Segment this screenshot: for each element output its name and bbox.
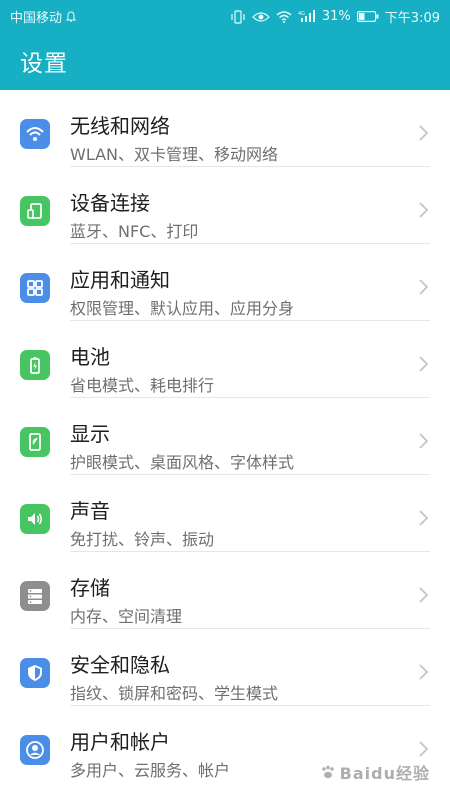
settings-item-title: 电池 (70, 345, 110, 369)
settings-item-apps-notifications[interactable]: 应用和通知 权限管理、默认应用、应用分身 (0, 244, 450, 321)
chevron-right-icon (419, 433, 429, 449)
chevron-right-icon (419, 356, 429, 372)
settings-item-subtitle: 多用户、云服务、帐户 (70, 761, 231, 780)
status-left: 中国移动 (10, 7, 77, 26)
app-header: 中国移动 4G 31% 下午3:09 设置 (0, 0, 450, 90)
notification-bell-icon (66, 10, 77, 23)
paw-logo-icon (321, 765, 334, 779)
watermark: Baidu经验 (320, 760, 430, 784)
wifi-icon (20, 119, 50, 149)
settings-item-subtitle: 省电模式、耗电排行 (70, 376, 215, 395)
chevron-right-icon (419, 741, 429, 757)
settings-item-title: 应用和通知 (70, 268, 170, 292)
svg-text:4G: 4G (298, 11, 305, 17)
settings-item-storage[interactable]: 存储 内存、空间清理 (0, 552, 450, 629)
settings-item-subtitle: WLAN、双卡管理、移动网络 (70, 145, 279, 164)
chevron-right-icon (419, 664, 429, 680)
status-right: 4G 31% 下午3:09 (230, 7, 440, 26)
settings-item-wireless-network[interactable]: 无线和网络 WLAN、双卡管理、移动网络 (0, 90, 450, 167)
settings-item-title: 无线和网络 (70, 114, 170, 138)
settings-item-subtitle: 指纹、锁屏和密码、学生模式 (70, 684, 279, 703)
settings-item-device-connection[interactable]: 设备连接 蓝牙、NFC、打印 (0, 167, 450, 244)
carrier-name: 中国移动 (10, 11, 63, 26)
chevron-right-icon (419, 279, 429, 295)
eye-comfort-icon (252, 11, 270, 23)
apps-grid-icon (20, 273, 50, 303)
settings-list: 无线和网络 WLAN、双卡管理、移动网络 设备连接 蓝牙、NFC、打印 应用和通… (0, 90, 450, 800)
settings-item-title: 声音 (70, 499, 110, 523)
chevron-right-icon (419, 125, 429, 141)
settings-item-title: 设备连接 (70, 191, 150, 215)
display-icon (20, 427, 50, 457)
battery-status-icon (356, 11, 379, 22)
settings-item-title: 显示 (70, 422, 110, 446)
clock-time: 下午3:09 (384, 11, 440, 26)
settings-item-subtitle: 免打扰、铃声、振动 (70, 530, 215, 549)
settings-item-sound[interactable]: 声音 免打扰、铃声、振动 (0, 475, 450, 552)
page-title: 设置 (20, 51, 68, 77)
shield-icon (20, 658, 50, 688)
settings-item-subtitle: 蓝牙、NFC、打印 (70, 222, 199, 241)
signal-strength-icon: 4G (298, 10, 316, 23)
settings-item-battery[interactable]: 电池 省电模式、耗电排行 (0, 321, 450, 398)
settings-item-subtitle: 护眼模式、桌面风格、字体样式 (70, 453, 295, 472)
settings-item-title: 用户和帐户 (70, 730, 170, 754)
chevron-right-icon (419, 510, 429, 526)
settings-item-title: 安全和隐私 (70, 653, 170, 677)
settings-item-security-privacy[interactable]: 安全和隐私 指纹、锁屏和密码、学生模式 (0, 629, 450, 706)
wifi-status-icon (276, 10, 292, 23)
watermark-text: Baidu经验 (339, 764, 430, 783)
battery-percentage: 31% (321, 9, 351, 24)
storage-icon (20, 581, 50, 611)
sound-icon (20, 504, 50, 534)
user-icon (20, 735, 50, 765)
settings-item-display[interactable]: 显示 护眼模式、桌面风格、字体样式 (0, 398, 450, 475)
settings-item-subtitle: 权限管理、默认应用、应用分身 (70, 299, 295, 318)
settings-item-title: 存储 (70, 576, 110, 600)
chevron-right-icon (419, 202, 429, 218)
status-bar: 中国移动 4G 31% 下午3:09 (0, 0, 450, 32)
battery-icon (20, 350, 50, 380)
device-connection-icon (20, 196, 50, 226)
vibrate-icon (230, 9, 246, 24)
settings-item-subtitle: 内存、空间清理 (70, 607, 183, 626)
chevron-right-icon (419, 587, 429, 603)
